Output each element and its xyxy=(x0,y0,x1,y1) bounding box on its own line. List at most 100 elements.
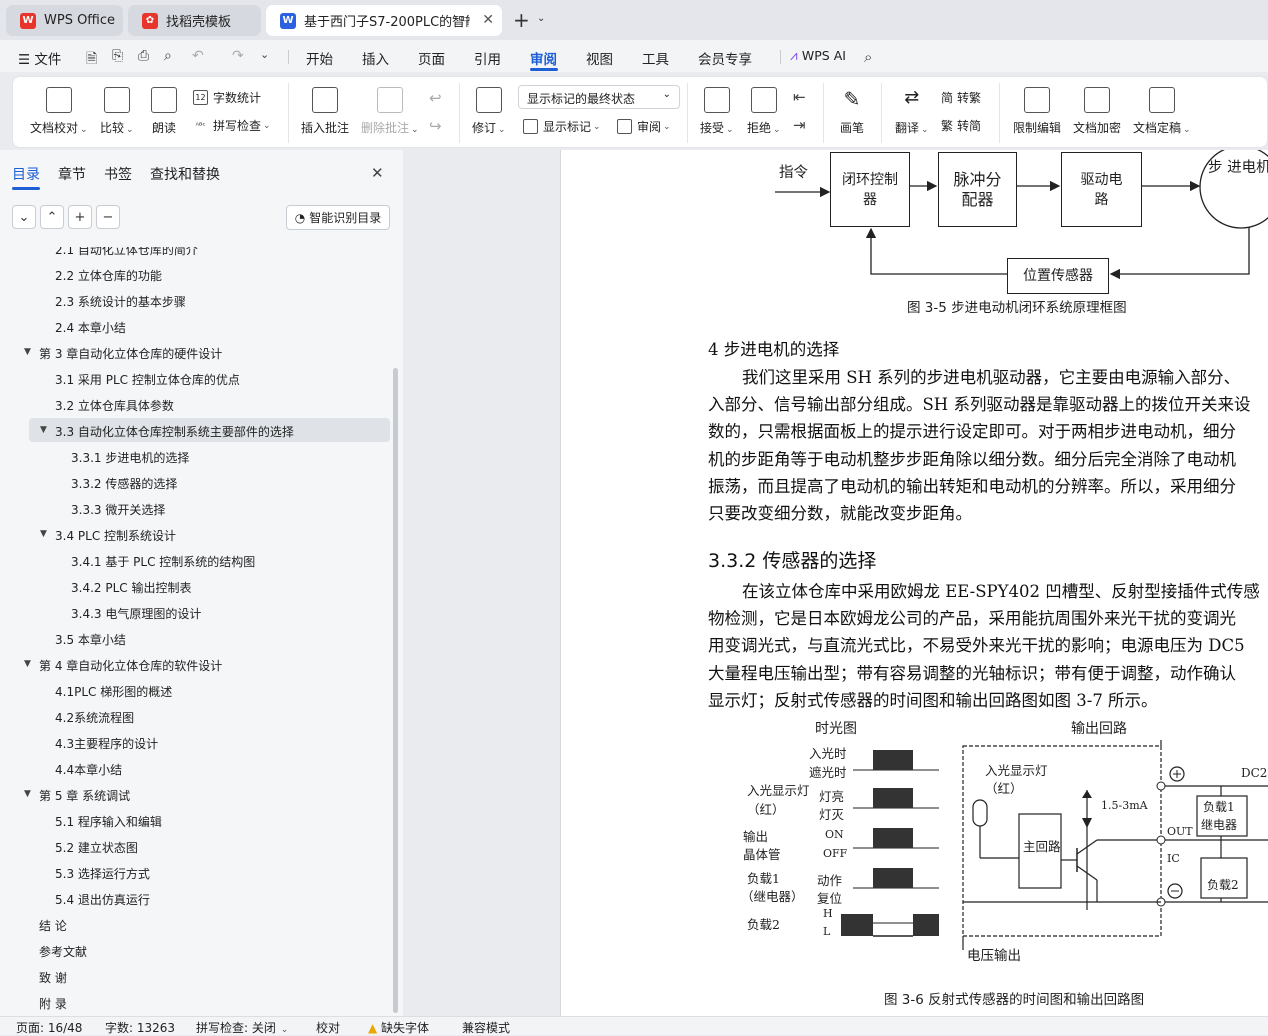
document-canvas[interactable]: 指令 闭环控制器 脉冲分配器 驱动电路 步 进电机 位置传感器 图 3-5 步进… xyxy=(403,150,1268,1016)
toc-item[interactable]: 5.2 建立状态图 xyxy=(55,839,138,856)
collapse-triangle-icon[interactable]: ▼ xyxy=(24,659,31,669)
toc-item[interactable]: 致 谢 xyxy=(39,969,67,986)
menu-view[interactable]: 视图 xyxy=(586,48,613,68)
collapse-all-button[interactable]: ⌃ xyxy=(40,205,64,229)
tab-find-replace[interactable]: 查找和替换 xyxy=(150,164,220,184)
delete-comment-button[interactable]: 删除批注 ⌄ xyxy=(361,87,419,136)
promote-button[interactable]: + xyxy=(68,205,92,229)
collapse-triangle-icon[interactable]: ▼ xyxy=(24,789,31,799)
quick-more-chevron-icon[interactable]: ⌄ xyxy=(260,48,269,61)
tab-list-chevron-icon[interactable]: ⌄ xyxy=(537,13,545,24)
print-icon[interactable]: ⎙ xyxy=(138,48,149,64)
menu-start[interactable]: 开始 xyxy=(306,48,333,68)
toc-item[interactable]: 2.2 立体仓库的功能 xyxy=(55,267,162,284)
print-preview-icon[interactable]: ⌕ xyxy=(164,48,172,64)
toc-item[interactable]: 5.4 退出仿真运行 xyxy=(55,891,150,908)
toc-item[interactable]: 3.2 立体仓库具体参数 xyxy=(55,397,174,414)
toc-item[interactable]: 4.4本章小结 xyxy=(55,761,122,778)
monitor-icon[interactable]: ▭ xyxy=(460,12,470,25)
next-comment-icon[interactable]: ↪ xyxy=(429,117,442,135)
file-menu[interactable]: ☰ 文件 xyxy=(18,48,61,68)
menu-member[interactable]: 会员专享 xyxy=(698,48,752,68)
collapse-triangle-icon[interactable]: ▼ xyxy=(24,347,31,357)
undo-icon[interactable]: ↶ xyxy=(192,48,204,64)
restrict-edit-button[interactable]: 限制编辑 xyxy=(1013,87,1061,136)
tab-wps-office[interactable]: W WPS Office xyxy=(6,5,123,36)
next-revision-icon[interactable]: ⇥ xyxy=(793,116,806,134)
previous-revision-icon[interactable]: ⇤ xyxy=(793,88,806,106)
accept-button[interactable]: 接受 ⌄ xyxy=(700,87,734,136)
pen-button[interactable]: ✎ 画笔 xyxy=(839,87,865,136)
toc-item[interactable]: 2.3 系统设计的基本步骤 xyxy=(55,293,186,310)
finalize-button[interactable]: 文档定稿 ⌄ xyxy=(1133,87,1191,136)
save-icon[interactable]: 🗎 xyxy=(86,48,97,72)
toc-item[interactable]: 4.2系统流程图 xyxy=(55,709,134,726)
toc-item[interactable]: 第 3 章自动化立体仓库的硬件设计 xyxy=(39,345,222,362)
expand-all-button[interactable]: ⌄ xyxy=(12,205,36,229)
word-count-status[interactable]: 字数: 13263 xyxy=(105,1019,175,1036)
collapse-triangle-icon[interactable]: ▼ xyxy=(40,425,47,435)
word-count-button[interactable]: 12 字数统计 xyxy=(193,89,261,106)
review-pane-button[interactable]: 审阅 ⌄ xyxy=(617,118,671,135)
reject-button[interactable]: 拒绝 ⌄ xyxy=(747,87,781,136)
revise-button[interactable]: 修订 ⌄ xyxy=(472,87,506,136)
demote-button[interactable]: − xyxy=(96,205,120,229)
tab-chapters[interactable]: 章节 xyxy=(58,164,86,184)
spell-check-status[interactable]: 拼写检查: 关闭 ⌄ xyxy=(196,1019,288,1036)
smart-toc-button[interactable]: ◔ 智能识别目录 xyxy=(286,205,390,230)
toc-item[interactable]: 第 4 章自动化立体仓库的软件设计 xyxy=(39,657,222,674)
toc-item[interactable]: 3.4.3 电气原理图的设计 xyxy=(71,605,201,622)
toc-item[interactable]: 5.3 选择运行方式 xyxy=(55,865,150,882)
toc-item[interactable]: 3.1 采用 PLC 控制立体仓库的优点 xyxy=(55,371,240,388)
show-markup-button[interactable]: 显示标记 ⌄ xyxy=(523,118,601,135)
tab-bookmarks[interactable]: 书签 xyxy=(104,164,132,184)
compare-button[interactable]: 比较 ⌄ xyxy=(100,87,134,136)
read-aloud-button[interactable]: 朗读 xyxy=(151,87,177,136)
toc-item[interactable]: 第 5 章 系统调试 xyxy=(39,787,130,804)
toc-item[interactable]: 4.1PLC 梯形图的概述 xyxy=(55,683,172,700)
menu-page[interactable]: 页面 xyxy=(418,48,445,68)
wps-ai-button[interactable]: ⩘ WPS AI xyxy=(790,48,846,64)
export-icon[interactable]: ⎘ xyxy=(112,48,123,64)
toc-item[interactable]: 5.1 程序输入和编辑 xyxy=(55,813,162,830)
toc-item[interactable]: 2.1 自动化立体仓库的简介 xyxy=(55,247,198,258)
toc-item[interactable]: 3.5 本章小结 xyxy=(55,631,126,648)
tab-document[interactable]: W 基于西门子S7-200PLC的智能 ▭ ✕ xyxy=(266,5,502,36)
close-pane-icon[interactable]: ✕ xyxy=(371,164,384,182)
toc-item[interactable]: 参考文献 xyxy=(39,943,87,960)
tab-template[interactable]: ✿ 找稻壳模板 xyxy=(128,5,261,36)
page-indicator[interactable]: 页面: 16/48 xyxy=(16,1019,82,1036)
toc-item[interactable]: 3.3.1 步进电机的选择 xyxy=(71,449,189,466)
doc-encrypt-button[interactable]: 文档加密 xyxy=(1073,87,1121,136)
proofread-button[interactable]: 文档校对 ⌄ xyxy=(30,87,88,136)
insert-comment-button[interactable]: 插入批注 xyxy=(301,87,349,136)
toc-item[interactable]: 2.4 本章小结 xyxy=(55,319,126,336)
toc-item[interactable]: 4.3主要程序的设计 xyxy=(55,735,158,752)
toc-item[interactable]: 3.3.3 微开关选择 xyxy=(71,501,165,518)
menu-references[interactable]: 引用 xyxy=(474,48,501,68)
to-simplified-button[interactable]: 繁转简 xyxy=(941,117,981,134)
new-tab-icon[interactable]: + xyxy=(513,8,530,32)
toc-item[interactable]: 结 论 xyxy=(39,917,67,934)
document-page[interactable]: 指令 闭环控制器 脉冲分配器 驱动电路 步 进电机 位置传感器 图 3-5 步进… xyxy=(560,150,1268,1016)
previous-comment-icon[interactable]: ↩ xyxy=(429,89,442,107)
toc-item[interactable]: 3.3.2 传感器的选择 xyxy=(71,475,177,492)
translate-button[interactable]: ⇄ 翻译 ⌄ xyxy=(895,87,929,136)
menu-tools[interactable]: 工具 xyxy=(642,48,669,68)
search-icon[interactable]: ⌕ xyxy=(864,48,872,66)
markup-state-select[interactable]: 显示标记的最终状态 ⌄ xyxy=(518,85,680,109)
spell-check-button[interactable]: ᴬᴮᶜ 拼写检查 ⌄ xyxy=(193,117,271,134)
toc-item-selected[interactable]: 3.3 自动化立体仓库控制系统主要部件的选择 xyxy=(55,423,294,440)
close-tab-icon[interactable]: ✕ xyxy=(482,12,494,28)
menu-insert[interactable]: 插入 xyxy=(362,48,389,68)
toc-item[interactable]: 3.4.1 基于 PLC 控制系统的结构图 xyxy=(71,553,255,570)
to-traditional-button[interactable]: 简转繁 xyxy=(941,89,981,106)
collapse-triangle-icon[interactable]: ▼ xyxy=(40,529,47,539)
toc-item[interactable]: 3.4 PLC 控制系统设计 xyxy=(55,527,176,544)
menu-review[interactable]: 审阅 xyxy=(530,48,557,68)
proof-status[interactable]: 校对 xyxy=(316,1019,340,1036)
redo-icon[interactable]: ↷ xyxy=(232,48,244,64)
toc-item[interactable]: 附 录 xyxy=(39,995,67,1012)
missing-font-status[interactable]: ▲ 缺失字体 xyxy=(368,1019,429,1036)
toc-item[interactable]: 3.4.2 PLC 输出控制表 xyxy=(71,579,191,596)
